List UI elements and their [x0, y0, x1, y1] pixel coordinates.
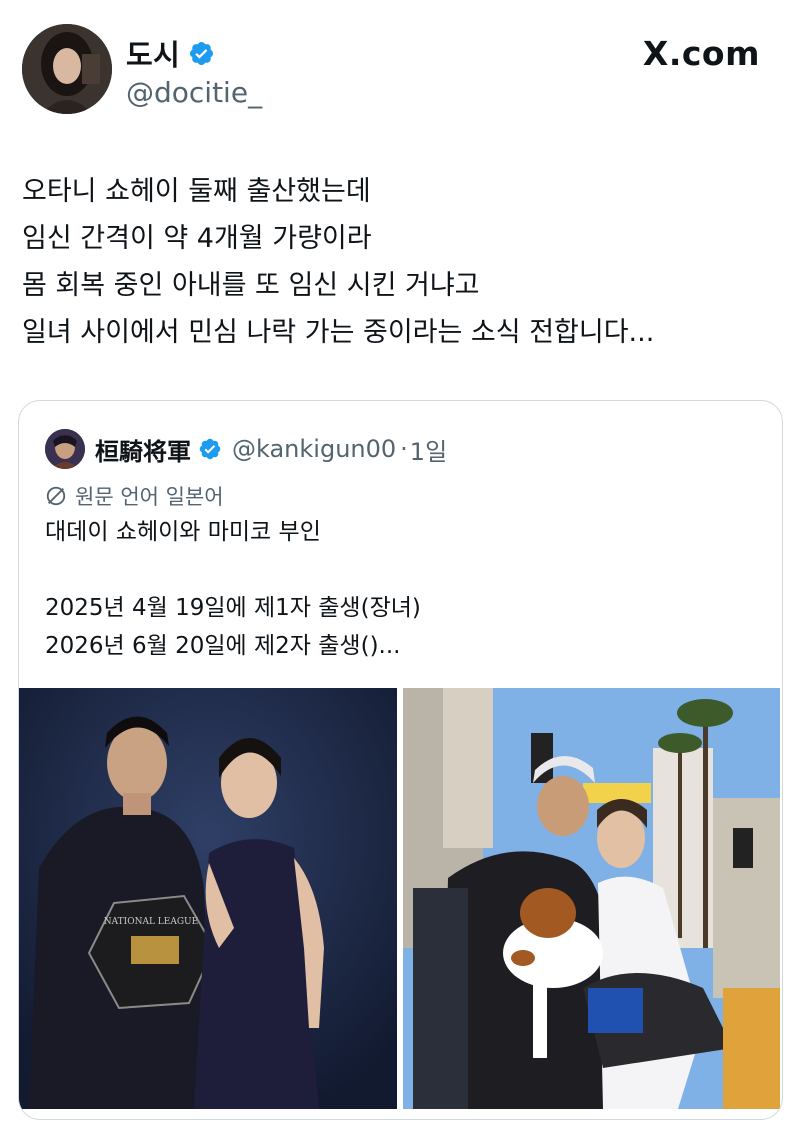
author-handle[interactable]: @docitie_ — [126, 76, 262, 109]
quoted-tweet-date[interactable]: 1일 — [410, 432, 447, 467]
quoted-tweet-card[interactable]: 桓騎将軍 @kankigun00 · 1일 원문 언어 일본어 대데이 쇼헤이와… — [18, 400, 783, 1120]
author-display-name[interactable]: 도시 — [126, 32, 180, 74]
parade-photo-illustration — [403, 688, 780, 1109]
award-photo-illustration: NATIONAL LEAGUE — [19, 688, 397, 1109]
quoted-avatar-icon — [45, 429, 85, 469]
author-avatar[interactable] — [22, 24, 112, 114]
translation-label: 원문 언어 일본어 — [75, 485, 224, 509]
translate-globe-icon — [45, 485, 67, 507]
verified-badge-icon — [198, 437, 222, 461]
quoted-text-line: 2025년 4월 19일에 제1자 출생(장녀) — [45, 595, 421, 621]
quoted-tweet-header: 桓騎将軍 @kankigun00 · 1일 — [45, 429, 447, 469]
tweet-line: 임신 간격이 약 4개월 가량이라 — [22, 223, 372, 254]
quoted-tweet-text: 대데이 쇼헤이와 마미코 부인 2025년 4월 19일에 제1자 출생(장녀)… — [45, 513, 765, 665]
avatar-photo-icon — [22, 24, 112, 114]
award-ceremony-photo[interactable]: NATIONAL LEAGUE — [19, 688, 397, 1109]
tweet-line: 오타니 쇼헤이 둘째 출산했는데 — [22, 176, 371, 207]
parade-with-dog-photo[interactable] — [403, 688, 780, 1109]
plaque-label: NATIONAL LEAGUE — [104, 917, 198, 927]
tweet-text: 오타니 쇼헤이 둘째 출산했는데 임신 간격이 약 4개월 가량이라 몸 회복 … — [22, 168, 782, 356]
tweet-line: 몸 회복 중인 아내를 또 임신 시킨 거냐고 — [22, 270, 480, 301]
quoted-text-line — [45, 551, 765, 589]
quoted-author-avatar[interactable] — [45, 429, 85, 469]
tweet-line: 일녀 사이에서 민심 나락 가는 중이라는 소식 전합니다... — [22, 317, 655, 348]
quoted-text-line: 2026년 6월 20일에 제2자 출생()... — [45, 633, 401, 659]
quoted-text-line: 대데이 쇼헤이와 마미코 부인 — [45, 519, 321, 545]
author-name-row: 도시 — [126, 32, 215, 74]
separator-dot: · — [400, 435, 408, 463]
site-logo[interactable]: X.com — [643, 34, 760, 73]
verified-badge-icon — [188, 40, 215, 67]
quoted-tweet-media: NATIONAL LEAGUE — [19, 688, 782, 1119]
tweet-header: 도시 @docitie_ X.com — [22, 24, 782, 118]
translation-notice[interactable]: 원문 언어 일본어 — [45, 481, 224, 511]
quoted-author-name[interactable]: 桓騎将軍 — [95, 432, 191, 467]
quoted-author-handle[interactable]: @kankigun00 — [232, 435, 396, 463]
